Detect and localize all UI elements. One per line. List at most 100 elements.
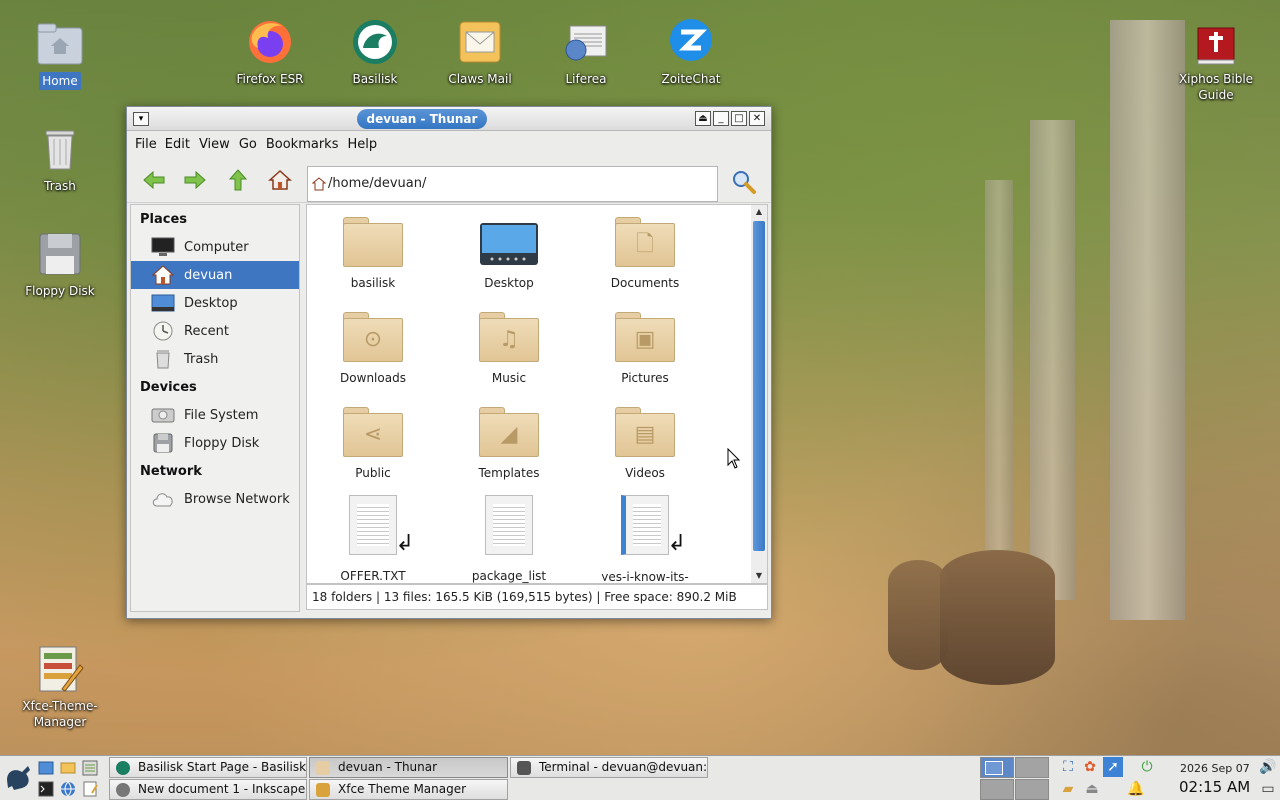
launcher-terminal[interactable] (38, 781, 56, 799)
file-item-pictures[interactable]: ▣ Pictures (585, 312, 705, 385)
battery-icon[interactable]: ▭ (1258, 779, 1278, 799)
file-item-basilisk[interactable]: basilisk (313, 217, 433, 290)
clock-date[interactable]: 2026 Sep 07 (1180, 762, 1250, 775)
home-icon (312, 177, 326, 191)
pointer-tool-icon[interactable]: ➚ (1103, 757, 1123, 777)
task-basilisk[interactable]: Basilisk Start Page - Basilisk (109, 757, 307, 778)
location-input[interactable]: /home/devuan/ (307, 166, 718, 202)
search-button[interactable] (731, 169, 757, 195)
launcher-settings[interactable] (82, 760, 100, 778)
sidebar-item-recent[interactable]: Recent (131, 317, 299, 345)
workspace-3[interactable] (980, 779, 1014, 800)
network-icon[interactable]: ⛶ (1058, 757, 1078, 777)
task-terminal[interactable]: Terminal - devuan@devuan: ~ (510, 757, 708, 778)
file-item-music[interactable]: ♫ Music (449, 312, 569, 385)
wallpaper-pillar (1110, 20, 1185, 620)
file-item-templates[interactable]: ◢ Templates (449, 407, 569, 480)
sidebar-item-trash[interactable]: Trash (131, 345, 299, 373)
eject-icon[interactable]: ⏏ (1082, 779, 1102, 799)
terminal-icon (38, 781, 54, 797)
desktop-icon-claws-mail[interactable]: Claws Mail (435, 18, 525, 88)
shade-button[interactable]: ⏏ (695, 111, 711, 126)
menu-help[interactable]: Help (347, 137, 385, 152)
menu-edit[interactable]: Edit (165, 137, 199, 152)
file-item-public[interactable]: ⋖ Public (313, 407, 433, 480)
desktop-icon-xiphos[interactable]: Xiphos Bible Guide (1171, 18, 1261, 104)
toolbar: /home/devuan/ (127, 157, 771, 203)
desktop-icon-liferea[interactable]: Liferea (541, 18, 631, 88)
updates-icon[interactable]: ✿ (1080, 757, 1100, 777)
menu-bookmarks[interactable]: Bookmarks (266, 137, 348, 152)
menu-file[interactable]: File (135, 137, 165, 152)
pictures-folder-icon: ▣ (615, 312, 675, 362)
sidebar-item-label: Browse Network (184, 491, 290, 507)
menu-view[interactable]: View (199, 137, 239, 152)
notes-icon[interactable]: ▰ (1058, 779, 1078, 799)
power-icon[interactable]: ⏻ (1137, 757, 1157, 777)
desktop-icon-zoitechat[interactable]: ZoiteChat (646, 18, 736, 88)
sidebar-item-browse-network[interactable]: Browse Network (131, 485, 299, 513)
desktop-icon-floppy-disk[interactable]: Floppy Disk (15, 230, 105, 300)
cloud-icon (151, 489, 175, 509)
launcher-editor[interactable] (82, 781, 100, 799)
workspace-2[interactable] (1015, 757, 1049, 778)
workspace-1[interactable] (980, 757, 1014, 778)
sidebar-item-floppy-disk[interactable]: Floppy Disk (131, 429, 299, 457)
markdown-file-icon: ↲ (621, 495, 686, 556)
workspace-4[interactable] (1015, 779, 1049, 800)
desktop-icon-xfce-theme-manager[interactable]: Xfce-Theme- Manager (15, 645, 105, 731)
window-menu-button[interactable]: ▾ (133, 112, 149, 126)
zoitechat-icon (667, 18, 715, 66)
file-item-videos[interactable]: ▤ Videos (585, 407, 705, 480)
sidebar-item-computer[interactable]: Computer (131, 233, 299, 261)
menubar: File Edit View Go Bookmarks Help (127, 131, 771, 157)
home-button[interactable] (267, 169, 293, 191)
sidebar-item-desktop[interactable]: Desktop (131, 289, 299, 317)
task-theme-manager[interactable]: Xfce Theme Manager (309, 779, 508, 800)
public-folder-icon: ⋖ (343, 407, 403, 457)
launcher-show-desktop[interactable] (38, 760, 56, 778)
window-titlebar[interactable]: ▾ devuan - Thunar ⏏ _ □ ✕ (127, 107, 771, 131)
applications-menu-button[interactable] (4, 762, 34, 794)
notifications-bell-icon[interactable]: 🔔 (1126, 779, 1146, 799)
clock-time[interactable]: 02:15 AM (1179, 778, 1250, 796)
close-button[interactable]: ✕ (749, 111, 765, 126)
file-item-package-list[interactable]: package_list (449, 495, 569, 583)
up-button[interactable] (225, 169, 251, 191)
wallpaper-pillar (1030, 120, 1075, 600)
vertical-scrollbar[interactable]: ▲ ▼ (751, 205, 767, 583)
desktop-icon-home[interactable]: Home (15, 20, 105, 90)
file-item-downloads[interactable]: ⊙ Downloads (313, 312, 433, 385)
minimize-button[interactable]: _ (713, 111, 729, 126)
mail-icon (60, 762, 76, 774)
home-icon (268, 169, 292, 190)
clock-icon (151, 321, 175, 341)
scroll-up-icon: ▲ (755, 207, 763, 216)
monitor-icon (151, 237, 175, 257)
desktop-icon-firefox[interactable]: Firefox ESR (225, 18, 315, 88)
file-item-desktop[interactable]: Desktop (449, 217, 569, 290)
mouse-cursor-icon (727, 448, 741, 469)
scrollbar-thumb[interactable] (753, 221, 765, 551)
desktop-icon-trash[interactable]: Trash (15, 125, 105, 195)
file-item-offer-txt[interactable]: ↲ OFFER.TXT (313, 495, 433, 583)
theme-manager-icon (316, 783, 330, 797)
sidebar-item-devuan[interactable]: devuan (131, 261, 299, 289)
task-inkscape[interactable]: New document 1 - Inkscape (109, 779, 307, 800)
launcher-browser[interactable] (60, 781, 78, 799)
file-item-yes-i-know[interactable]: ↲ yes-i-know-its- broken.md (585, 495, 705, 581)
harddisk-icon (151, 405, 175, 425)
menu-go[interactable]: Go (239, 137, 266, 152)
task-thunar[interactable]: devuan - Thunar (309, 757, 508, 778)
desktop-icon-basilisk[interactable]: Basilisk (330, 18, 420, 88)
maximize-button[interactable]: □ (731, 111, 747, 126)
back-button[interactable] (141, 169, 167, 191)
forward-button[interactable] (182, 169, 208, 191)
volume-icon[interactable]: 🔊 (1258, 757, 1278, 777)
theme-manager-icon (36, 645, 84, 693)
sidebar-item-file-system[interactable]: File System (131, 401, 299, 429)
file-item-documents[interactable]: 🗋 Documents (585, 217, 705, 290)
firefox-icon (246, 18, 294, 66)
launcher-mail[interactable] (60, 760, 78, 778)
side-pane: Places Computer devuan Desktop Recent Tr… (130, 204, 300, 612)
